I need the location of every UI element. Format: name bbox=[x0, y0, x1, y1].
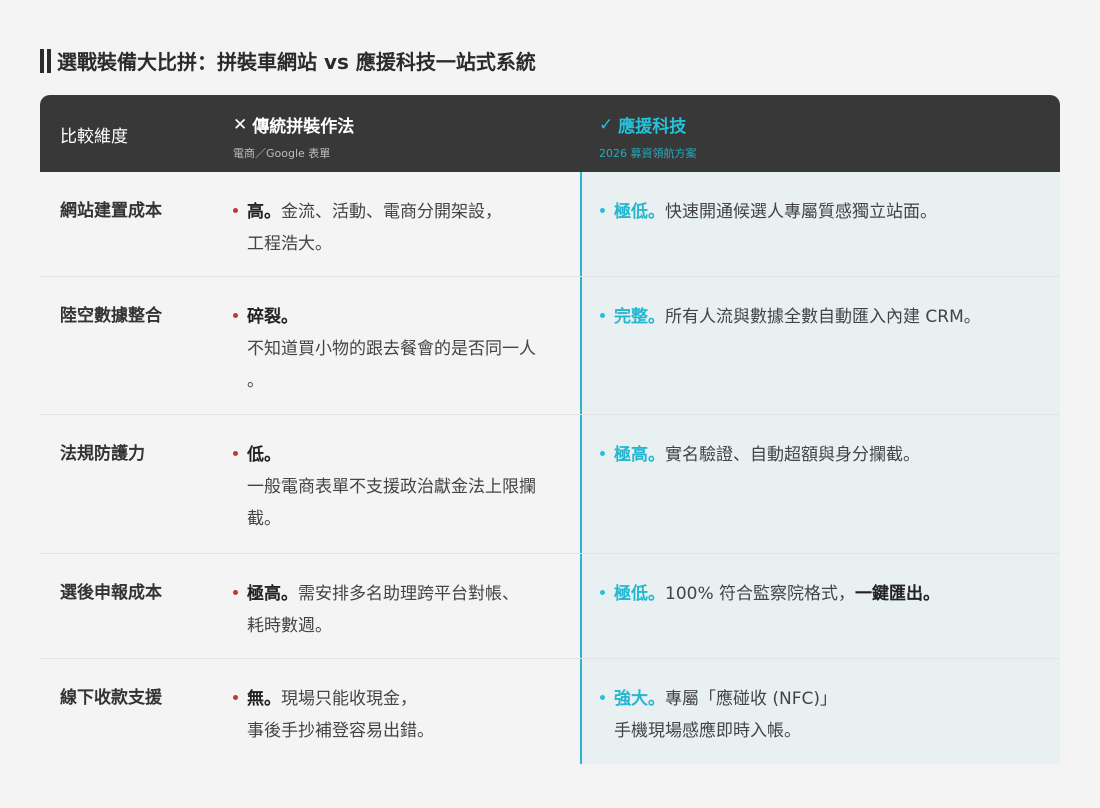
cell-text: 耗時數週。 bbox=[247, 616, 332, 636]
row-dimension: 法規防護力 bbox=[60, 444, 145, 464]
cell-text: 工程浩大。 bbox=[247, 234, 332, 254]
cross-icon: ✕ bbox=[233, 114, 248, 135]
cell-strong: 極高。 bbox=[614, 445, 665, 465]
bullet-icon bbox=[233, 313, 238, 318]
title-accent-bar bbox=[40, 48, 44, 73]
page-title: 選戰裝備大比拼：拼裝車網站 vs 應援科技一站式系統 bbox=[40, 46, 536, 75]
header-ours-sub: 2026 募資領航方案 bbox=[599, 147, 697, 160]
title-text: 選戰裝備大比拼：拼裝車網站 vs 應援科技一站式系統 bbox=[57, 50, 536, 74]
title-accent-bar bbox=[47, 48, 51, 73]
cell-strong: 極低。 bbox=[614, 584, 665, 604]
cell-strong: 無。 bbox=[247, 689, 281, 709]
traditional-cell: 碎裂。 不知道買小物的跟去餐會的是否同一人 。 bbox=[233, 301, 563, 397]
bullet-icon bbox=[233, 208, 238, 213]
bullet-icon bbox=[600, 208, 605, 213]
row-dimension: 選後申報成本 bbox=[60, 583, 162, 603]
comparison-table: 比較維度 ✕ 傳統拼裝作法 電商／Google 表單 ✓ 應援科技 2026 募… bbox=[40, 95, 1060, 764]
bullet-icon bbox=[233, 590, 238, 595]
cell-text: 專屬「應碰收 (NFC)」 bbox=[665, 689, 838, 709]
cell-strong: 碎裂。 bbox=[247, 307, 298, 327]
cell-text: 快速開通候選人專屬質感獨立站面。 bbox=[665, 202, 937, 222]
header-traditional-label: 傳統拼裝作法 bbox=[252, 117, 355, 137]
row-dimension: 陸空數據整合 bbox=[60, 306, 162, 326]
cell-text: 100% 符合監察院格式， bbox=[665, 584, 856, 604]
bullet-icon bbox=[233, 451, 238, 456]
ours-cell: 極低。100% 符合監察院格式，一鍵匯出。 bbox=[600, 578, 1040, 610]
cell-strong: 強大。 bbox=[614, 689, 665, 709]
cell-text: 一般電商表單不支援政治獻金法上限攔 bbox=[247, 477, 536, 497]
cell-text: 需安排多名助理跨平台對帳、 bbox=[298, 584, 519, 604]
bullet-icon bbox=[600, 695, 605, 700]
cell-text: 所有人流與數據全數自動匯入內建 CRM。 bbox=[665, 307, 981, 327]
traditional-cell: 無。現場只能收現金， 事後手抄補登容易出錯。 bbox=[233, 683, 563, 747]
row-dimension: 網站建置成本 bbox=[60, 201, 162, 221]
ours-cell: 完整。所有人流與數據全數自動匯入內建 CRM。 bbox=[600, 301, 1040, 333]
bullet-icon bbox=[600, 313, 605, 318]
table-row: 網站建置成本 高。金流、活動、電商分開架設， 工程浩大。 極低。快速開通候選人專… bbox=[40, 172, 1060, 276]
table-row: 線下收款支援 無。現場只能收現金， 事後手抄補登容易出錯。 強大。專屬「應碰收 … bbox=[40, 658, 1060, 764]
traditional-cell: 高。金流、活動、電商分開架設， 工程浩大。 bbox=[233, 196, 563, 260]
row-dimension: 線下收款支援 bbox=[60, 688, 162, 708]
cell-text: 實名驗證、自動超額與身分攔截。 bbox=[665, 445, 920, 465]
cell-strong: 完整。 bbox=[614, 307, 665, 327]
check-icon: ✓ bbox=[599, 114, 614, 135]
traditional-cell: 極高。需安排多名助理跨平台對帳、 耗時數週。 bbox=[233, 578, 563, 642]
ours-cell: 極低。快速開通候選人專屬質感獨立站面。 bbox=[600, 196, 1040, 228]
cell-text: 現場只能收現金， bbox=[281, 689, 417, 709]
table-row: 選後申報成本 極高。需安排多名助理跨平台對帳、 耗時數週。 極低。100% 符合… bbox=[40, 553, 1060, 659]
table-header: 比較維度 ✕ 傳統拼裝作法 電商／Google 表單 ✓ 應援科技 2026 募… bbox=[40, 95, 1060, 172]
header-traditional-sub: 電商／Google 表單 bbox=[233, 147, 331, 160]
ours-cell: 強大。專屬「應碰收 (NFC)」 手機現場感應即時入帳。 bbox=[600, 683, 1040, 747]
cell-strong: 低。 bbox=[247, 445, 281, 465]
bullet-icon bbox=[600, 590, 605, 595]
cell-text: 不知道買小物的跟去餐會的是否同一人 bbox=[247, 339, 536, 359]
bullet-icon bbox=[233, 695, 238, 700]
header-ours-label: 應援科技 bbox=[618, 117, 687, 137]
cell-strong: 高。 bbox=[247, 202, 281, 222]
header-traditional: ✕ 傳統拼裝作法 電商／Google 表單 bbox=[233, 112, 354, 161]
ours-cell: 極高。實名驗證、自動超額與身分攔截。 bbox=[600, 439, 1040, 471]
table-row: 法規防護力 低。 一般電商表單不支援政治獻金法上限攔 截。 極高。實名驗證、自動… bbox=[40, 414, 1060, 554]
cell-strong: 極高。 bbox=[247, 584, 298, 604]
cell-strong: 一鍵匯出。 bbox=[855, 584, 941, 604]
header-ours: ✓ 應援科技 2026 募資領航方案 bbox=[599, 112, 697, 161]
table-row: 陸空數據整合 碎裂。 不知道買小物的跟去餐會的是否同一人 。 完整。所有人流與數… bbox=[40, 276, 1060, 415]
cell-strong: 極低。 bbox=[614, 202, 665, 222]
cell-text: 。 bbox=[247, 371, 264, 391]
traditional-cell: 低。 一般電商表單不支援政治獻金法上限攔 截。 bbox=[233, 439, 563, 535]
cell-text: 截。 bbox=[247, 509, 281, 529]
cell-text: 金流、活動、電商分開架設， bbox=[281, 202, 502, 222]
cell-text: 事後手抄補登容易出錯。 bbox=[247, 721, 434, 741]
header-dimension: 比較維度 bbox=[60, 127, 128, 147]
bullet-icon bbox=[600, 451, 605, 456]
cell-text: 手機現場感應即時入帳。 bbox=[614, 721, 801, 741]
